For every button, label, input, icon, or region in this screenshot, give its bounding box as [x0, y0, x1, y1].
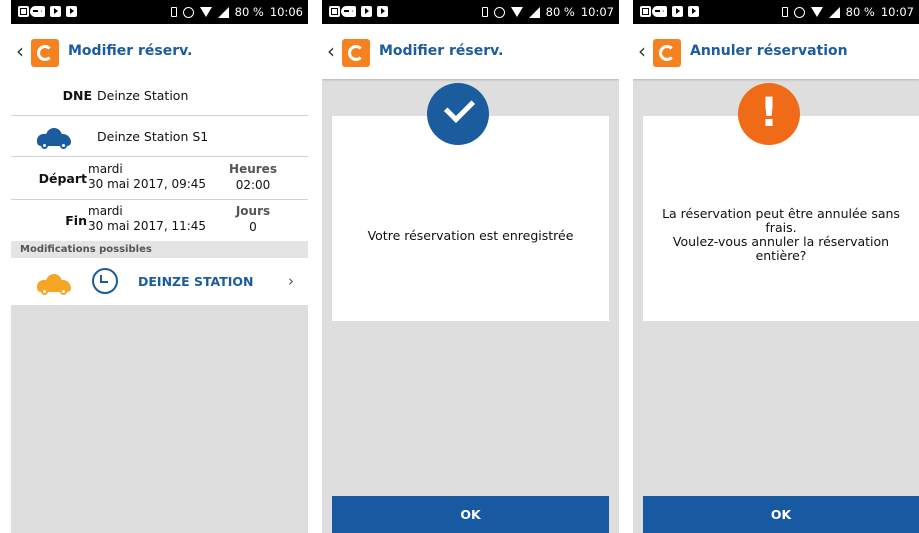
clock-time: 10:06 — [269, 5, 303, 19]
schedule-icon — [92, 268, 118, 294]
clock-time: 10:07 — [880, 5, 914, 19]
signal-icon — [828, 6, 840, 18]
gallery-icon — [18, 6, 29, 17]
wifi-icon — [199, 7, 212, 17]
modify-station-link[interactable]: DEINZE STATION — [138, 274, 254, 289]
status-bar: 80 % 10:06 — [11, 0, 308, 24]
signal-icon — [217, 6, 229, 18]
hours-value: 02:00 — [235, 178, 271, 192]
youtube-icon — [688, 6, 699, 17]
signal-icon — [528, 6, 540, 18]
page-title: Modifier réserv. — [379, 43, 504, 59]
alarm-icon — [493, 6, 505, 18]
end-row: Fin mardi 30 mai 2017, 11:45 Jours 0 — [11, 200, 308, 241]
battery-level: 80 % — [845, 5, 875, 19]
cancel-message-line: La réservation peut être annulée sans — [662, 206, 900, 221]
station-row: DNE Deinze Station — [11, 79, 308, 116]
back-arrow-icon[interactable]: ‹ — [16, 39, 24, 63]
messenger-icon — [652, 6, 663, 17]
alarm-icon — [182, 6, 194, 18]
reservation-details: DNE Deinze Station Deinze Station S1 Dép… — [11, 79, 308, 533]
page-title: Modifier réserv. — [68, 43, 193, 59]
battery-level: 80 % — [234, 5, 264, 19]
dialog-area: La réservation peut être annulée sans fr… — [633, 79, 919, 533]
modification-row[interactable]: DEINZE STATION › — [11, 258, 308, 305]
gallery-icon — [329, 6, 340, 17]
messenger-icon — [30, 6, 41, 17]
cambio-logo-icon — [653, 39, 681, 67]
ok-button[interactable]: OK — [643, 496, 919, 533]
youtube-icon — [66, 6, 77, 17]
app-bar: ‹ Annuler réservation — [633, 24, 919, 79]
chevron-right-icon: › — [288, 272, 294, 290]
car-icon — [37, 128, 71, 149]
cancel-message-line: entière? — [755, 248, 807, 263]
vibrate-icon — [781, 7, 788, 17]
app-bar: ‹ Modifier réserv. — [11, 24, 308, 79]
car-location: Deinze Station S1 — [97, 129, 209, 144]
cancel-dialog: La réservation peut être annulée sans fr… — [643, 116, 919, 321]
vibrate-icon — [170, 7, 177, 17]
youtube-icon — [672, 6, 683, 17]
days-label: Jours — [235, 204, 271, 218]
station-code: DNE — [62, 88, 92, 103]
clock-time: 10:07 — [580, 5, 614, 19]
depart-day: mardi — [88, 162, 123, 176]
confirmation-message: Votre réservation est enregistrée — [367, 228, 574, 243]
alarm-icon — [793, 6, 805, 18]
station-name: Deinze Station — [97, 88, 189, 103]
end-label: Fin — [65, 213, 87, 228]
car-orange-icon — [37, 274, 71, 295]
wifi-icon — [510, 7, 523, 17]
cancel-message: La réservation peut être annulée sans fr… — [655, 207, 907, 263]
youtube-icon — [50, 6, 61, 17]
depart-date: 30 mai 2017, 09:45 — [88, 177, 207, 191]
back-arrow-icon[interactable]: ‹ — [327, 39, 335, 63]
youtube-icon — [361, 6, 372, 17]
screen-reservation-confirmed: 80 % 10:07 ‹ Modifier réserv. Votre rése… — [322, 0, 619, 533]
gallery-icon — [640, 6, 651, 17]
cambio-logo-icon — [342, 39, 370, 67]
youtube-icon — [377, 6, 388, 17]
battery-level: 80 % — [545, 5, 575, 19]
success-check-icon — [427, 83, 489, 145]
screen-modify-reservation: 80 % 10:06 ‹ Modifier réserv. DNE Deinze… — [11, 0, 308, 533]
vibrate-icon — [481, 7, 488, 17]
app-bar: ‹ Modifier réserv. — [322, 24, 619, 79]
cancel-message-line: frais. — [765, 220, 797, 235]
messenger-icon — [341, 6, 352, 17]
dialog-area: Votre réservation est enregistrée OK — [322, 79, 619, 533]
days-value: 0 — [249, 220, 257, 234]
status-bar: 80 % 10:07 — [322, 0, 619, 24]
end-date: 30 mai 2017, 11:45 — [88, 219, 207, 233]
confirmation-dialog: Votre réservation est enregistrée — [332, 116, 609, 321]
screen-cancel-reservation: 80 % 10:07 ‹ Annuler réservation La rése… — [633, 0, 919, 533]
depart-row: Départ mardi 30 mai 2017, 09:45 Heures 0… — [11, 157, 308, 200]
wifi-icon — [810, 7, 823, 17]
page-title: Annuler réservation — [690, 43, 848, 59]
hours-label: Heures — [229, 162, 277, 176]
car-row: Deinze Station S1 — [11, 116, 308, 157]
section-header: Modifications possibles — [11, 241, 308, 258]
depart-label: Départ — [38, 171, 87, 186]
back-arrow-icon[interactable]: ‹ — [638, 39, 646, 63]
cancel-message-line: Voulez-vous annuler la réservation — [672, 234, 890, 249]
ok-button[interactable]: OK — [332, 496, 609, 533]
end-day: mardi — [88, 204, 123, 218]
warning-exclamation-icon: ! — [738, 83, 800, 145]
cambio-logo-icon — [31, 39, 59, 67]
status-bar: 80 % 10:07 — [633, 0, 919, 24]
